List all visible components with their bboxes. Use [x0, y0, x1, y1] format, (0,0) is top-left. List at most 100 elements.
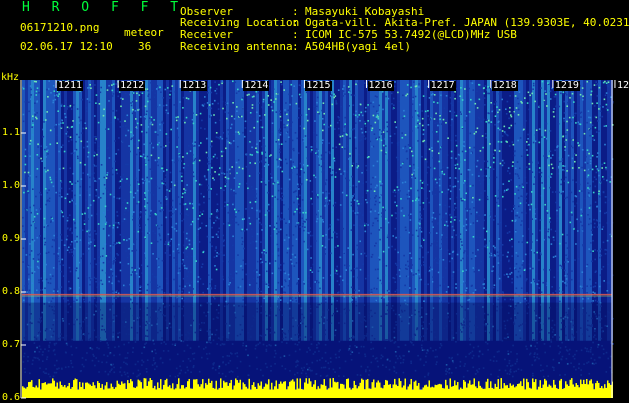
spectrogram-column	[175, 80, 178, 341]
spectrogram-column	[301, 80, 304, 341]
spectrogram-column	[343, 80, 346, 341]
spectrogram-column	[22, 80, 25, 341]
x-tick-label: 1219	[554, 81, 580, 91]
spectrogram-column	[553, 80, 556, 341]
y-axis-label: kHz	[1, 72, 19, 83]
spectrogram-column	[289, 80, 292, 341]
spectrogram-column	[199, 80, 202, 341]
spectrogram-column	[418, 80, 421, 341]
spectrogram-column	[517, 80, 520, 341]
spectrogram-column	[508, 80, 511, 341]
spectrogram-column	[283, 80, 286, 341]
spectrogram-column	[70, 80, 73, 341]
spectrogram-column	[64, 80, 67, 341]
x-tick-label: 1218	[492, 81, 518, 91]
spectrogram-column	[394, 80, 397, 341]
spectrogram-column	[367, 80, 370, 341]
spectrogram-column	[220, 80, 223, 341]
spectrogram-column	[505, 80, 508, 341]
spectrogram-column	[469, 80, 472, 341]
spectrogram-column	[139, 80, 142, 341]
spectrogram-column	[580, 80, 583, 341]
spectrogram-column	[91, 80, 94, 341]
spectrogram-column	[409, 80, 412, 341]
x-tick-label: 1216	[368, 81, 394, 91]
spectrogram-column	[292, 80, 295, 341]
spectrogram-column	[52, 80, 55, 341]
spectrogram-column	[205, 80, 208, 341]
x-tick-label: 1212	[119, 81, 145, 91]
spectrogram-column	[196, 80, 199, 341]
spectrogram-column	[310, 80, 313, 341]
spectrogram-column	[604, 80, 607, 341]
spectrogram-column	[601, 80, 604, 341]
spectrogram-column	[250, 80, 253, 341]
spectrogram-column	[541, 80, 544, 341]
spectrogram-column	[85, 80, 88, 341]
spectrogram-lower-shade	[22, 303, 612, 388]
spectrogram-column	[574, 80, 577, 341]
spectrogram-column	[172, 80, 175, 341]
y-tick-label: 0.9	[2, 233, 20, 244]
spectrogram-column	[262, 80, 265, 341]
spectrogram-column	[412, 80, 415, 341]
spectrogram-column	[415, 80, 418, 341]
spectrogram-column	[391, 80, 394, 341]
spectrogram-column	[520, 80, 523, 341]
spectrogram-column	[76, 80, 79, 341]
spectrogram-column	[589, 80, 592, 341]
spectrogram-column	[538, 80, 541, 341]
spectrogram-column	[79, 80, 82, 341]
spectrogram-column	[346, 80, 349, 341]
y-tick-label: 0.7	[2, 339, 20, 350]
spectrogram-column	[472, 80, 475, 341]
spectrogram-column	[100, 80, 103, 341]
spectrogram-column	[208, 80, 211, 341]
y-tick-label: 0.6	[2, 392, 20, 403]
spectrogram-column	[235, 80, 238, 341]
spectrogram-column	[337, 80, 340, 341]
spectrogram-column	[40, 80, 43, 341]
spectrogram-column	[286, 80, 289, 341]
spectrogram-column	[526, 80, 529, 341]
spectrogram-column	[319, 80, 322, 341]
spectrogram-column	[490, 80, 493, 341]
spectrogram-column	[211, 80, 214, 341]
spectrogram-column	[193, 80, 196, 341]
y-tick-label: 1.1	[2, 127, 20, 138]
x-tick-label: 1214	[243, 81, 269, 91]
spectrogram-column	[388, 80, 391, 341]
spectrogram-column	[184, 80, 187, 341]
spectrogram-column	[448, 80, 451, 341]
spectrogram-column	[109, 80, 112, 341]
spectrogram-column	[397, 80, 400, 341]
spectrogram-column	[457, 80, 460, 341]
spectrogram-column	[358, 80, 361, 341]
spectrogram-column	[583, 80, 586, 341]
spectrogram-column	[103, 80, 106, 341]
spectrogram-column	[46, 80, 49, 341]
spectrogram-column	[298, 80, 301, 341]
spectrogram-column	[463, 80, 466, 341]
spectrogram-column	[364, 80, 367, 341]
spectrogram-column	[43, 80, 46, 341]
y-tick-label: 1.0	[2, 180, 20, 191]
spectrogram-column	[112, 80, 115, 341]
spectrogram-column	[550, 80, 553, 341]
spectrogram-column	[475, 80, 478, 341]
spectrogram-column	[130, 80, 133, 341]
spectrogram-column	[328, 80, 331, 341]
spectrogram-column	[571, 80, 574, 341]
spectrogram-column	[304, 80, 307, 341]
spectrogram-column	[511, 80, 514, 341]
spectrogram-column	[55, 80, 58, 341]
spectrogram-column	[178, 80, 181, 341]
spectrogram-column	[370, 80, 373, 341]
spectrogram-column	[502, 80, 505, 341]
spectrogram-column	[229, 80, 232, 341]
spectrogram-column	[379, 80, 382, 341]
spectrogram-column	[607, 80, 610, 341]
spectrogram-column	[493, 80, 496, 341]
spectrogram-column	[31, 80, 34, 341]
spectrogram-column	[241, 80, 244, 341]
